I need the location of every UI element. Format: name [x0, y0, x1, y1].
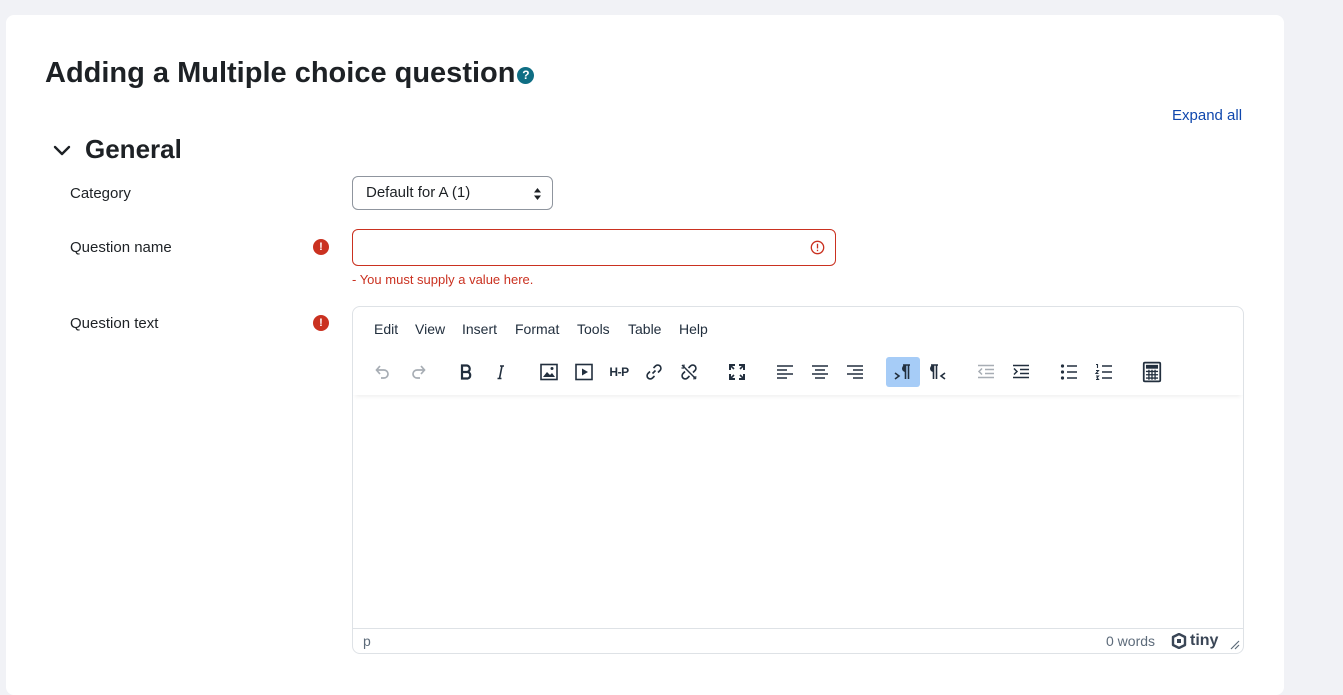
h5p-button[interactable]: H-P	[602, 357, 636, 387]
fullscreen-button[interactable]	[720, 357, 754, 387]
bold-icon	[460, 364, 472, 380]
element-path[interactable]: p	[363, 633, 371, 649]
bullet-list-icon	[1060, 364, 1077, 380]
bullet-list-button[interactable]	[1052, 357, 1086, 387]
media-button[interactable]	[567, 357, 601, 387]
rtl-icon	[930, 364, 946, 380]
indent-icon	[1013, 364, 1029, 379]
italic-icon	[497, 365, 504, 380]
resize-handle-icon[interactable]	[1230, 640, 1240, 650]
bold-button[interactable]	[449, 357, 483, 387]
menu-tools[interactable]: Tools	[577, 321, 610, 337]
editor-menubar: Edit View Insert Format Tools Table Help	[353, 307, 1243, 353]
undo-button[interactable]	[365, 357, 399, 387]
indent-button[interactable]	[1004, 357, 1038, 387]
align-right-button[interactable]	[838, 357, 872, 387]
outdent-button[interactable]	[969, 357, 1003, 387]
unlink-button[interactable]	[672, 357, 706, 387]
rich-text-editor: Edit View Insert Format Tools Table Help	[352, 306, 1244, 654]
page-title-text: Adding a Multiple choice question	[45, 57, 516, 89]
required-icon: !	[313, 239, 329, 255]
menu-insert[interactable]: Insert	[462, 321, 497, 337]
align-center-button[interactable]	[803, 357, 837, 387]
chevron-down-icon	[53, 145, 71, 155]
required-icon: !	[313, 315, 329, 331]
menu-view[interactable]: View	[415, 321, 445, 337]
menu-edit[interactable]: Edit	[374, 321, 398, 337]
question-name-field	[352, 229, 836, 266]
question-text-label: Question text	[70, 315, 159, 332]
rtl-button[interactable]	[921, 357, 955, 387]
menu-help[interactable]: Help	[679, 321, 708, 337]
outdent-icon	[977, 364, 994, 379]
ltr-icon	[894, 364, 910, 380]
section-general-toggle[interactable]: General	[52, 134, 182, 165]
redo-button[interactable]	[402, 357, 436, 387]
unlink-icon	[681, 364, 697, 380]
help-icon[interactable]: ?	[517, 66, 535, 84]
expand-all-link[interactable]: Expand all	[1172, 107, 1242, 124]
numbered-list-icon	[1094, 363, 1112, 381]
editor-toolbar: H-P	[353, 353, 1243, 395]
tiny-brand-text: tiny	[1190, 632, 1219, 649]
tiny-logo[interactable]: tiny	[1171, 632, 1218, 650]
align-center-icon	[812, 365, 828, 379]
error-circle-icon	[810, 240, 825, 255]
fullscreen-icon	[729, 364, 745, 380]
page-title: Adding a Multiple choice question ?	[45, 55, 535, 91]
category-select[interactable]: Default for A (1)	[352, 176, 553, 210]
align-left-button[interactable]	[768, 357, 802, 387]
h5p-icon: H-P	[609, 365, 629, 379]
italic-button[interactable]	[484, 357, 518, 387]
align-right-icon	[847, 365, 863, 379]
calculator-button[interactable]	[1135, 357, 1169, 387]
numbered-list-button[interactable]	[1087, 357, 1121, 387]
word-count[interactable]: 0 words	[1106, 633, 1155, 649]
question-name-error: - You must supply a value here.	[352, 272, 534, 287]
calculator-icon	[1142, 361, 1162, 383]
align-left-icon	[777, 365, 793, 379]
question-name-input[interactable]	[365, 230, 809, 265]
editor-content-area[interactable]	[353, 395, 1243, 628]
media-icon	[575, 363, 593, 381]
image-icon	[540, 363, 558, 381]
link-button[interactable]	[637, 357, 671, 387]
ltr-button[interactable]	[886, 357, 920, 387]
menu-table[interactable]: Table	[628, 321, 661, 337]
category-value: Default for A (1)	[366, 184, 471, 201]
section-title: General	[85, 134, 182, 164]
editor-statusbar: p 0 words tiny	[353, 628, 1243, 653]
tiny-logo-icon	[1171, 633, 1187, 649]
category-label: Category	[70, 185, 131, 202]
undo-icon	[375, 365, 389, 379]
image-button[interactable]	[532, 357, 566, 387]
link-icon	[646, 364, 662, 380]
menu-format[interactable]: Format	[515, 321, 559, 337]
select-arrows-icon	[534, 188, 541, 200]
redo-icon	[412, 365, 426, 379]
question-name-label: Question name	[70, 239, 172, 256]
